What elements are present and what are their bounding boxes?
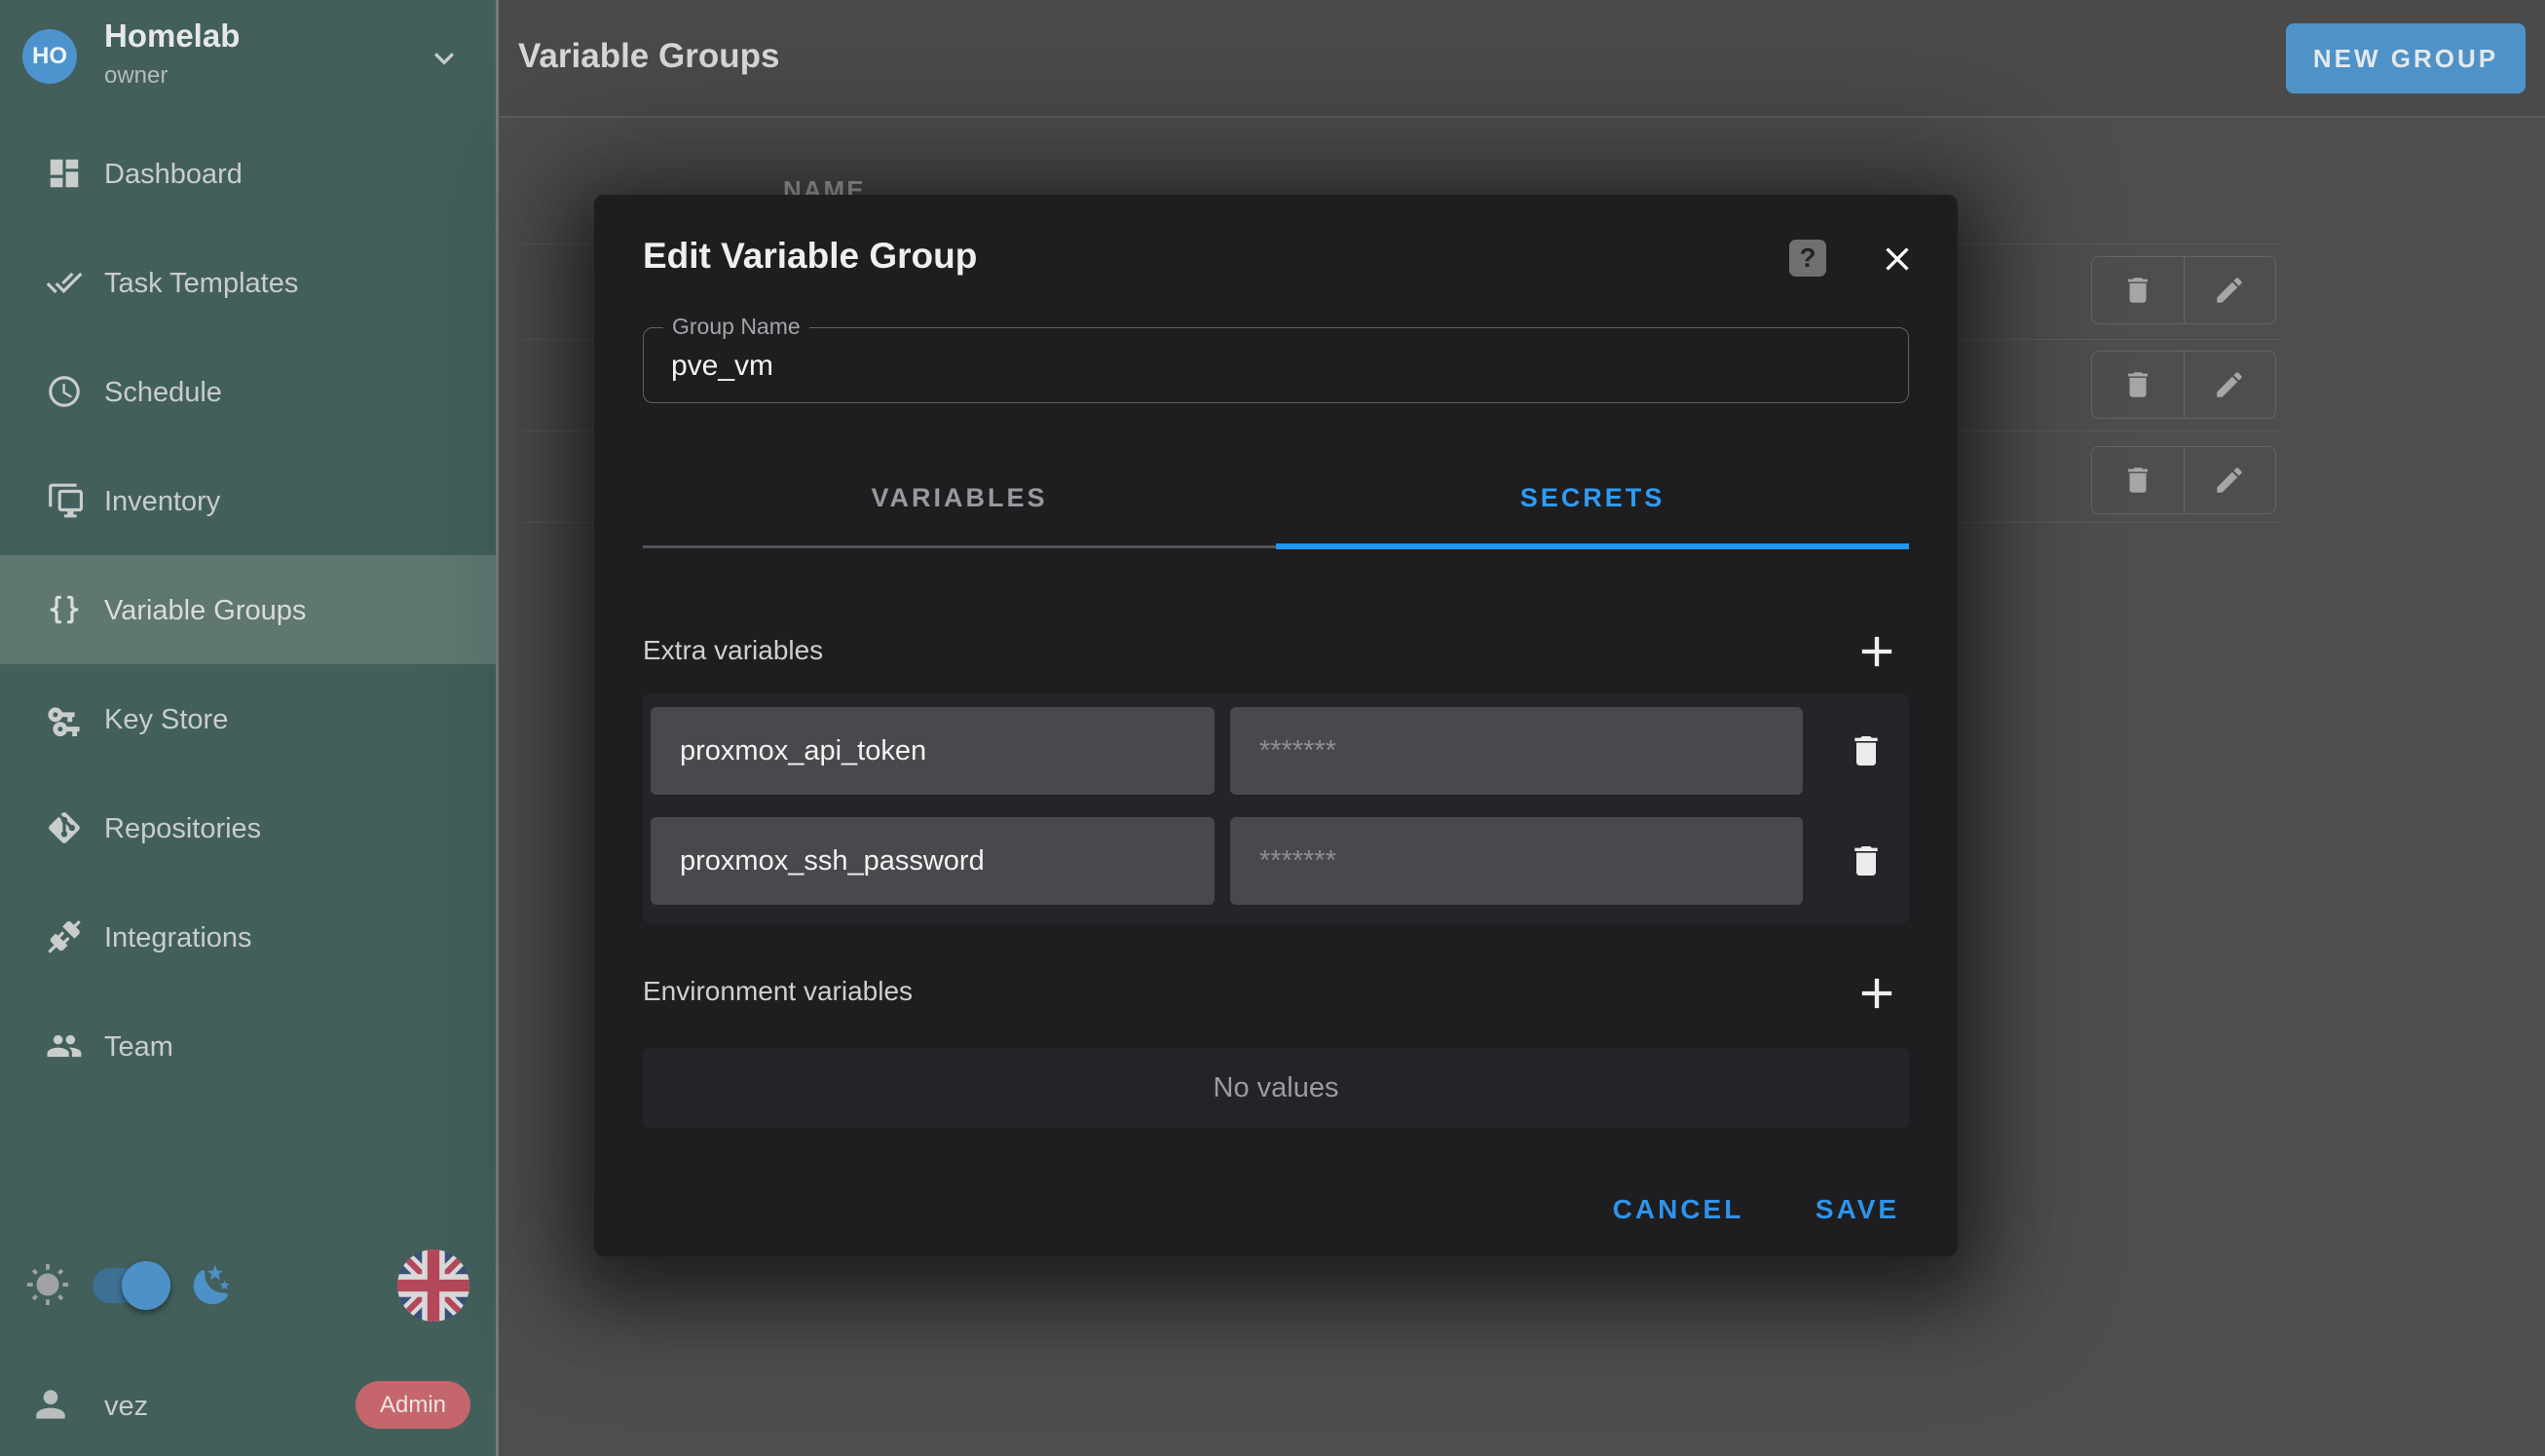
- theme-toggle[interactable]: [93, 1268, 168, 1303]
- no-values-row: No values: [643, 1048, 1909, 1128]
- sun-icon: [25, 1263, 70, 1308]
- team-icon: [46, 1027, 83, 1064]
- row-delete-button[interactable]: [2092, 352, 2184, 418]
- trash-icon: [2121, 464, 2154, 497]
- dialog-tabs: VARIABLES SECRETS: [643, 450, 1909, 548]
- sidebar-item-label: Integrations: [104, 922, 252, 954]
- page-title: Variable Groups: [518, 37, 779, 76]
- active-tab-indicator: [1276, 543, 1909, 549]
- delete-secret-button[interactable]: [1847, 841, 1886, 880]
- new-group-button[interactable]: NEW GROUP: [2286, 23, 2526, 93]
- plus-icon: [1852, 968, 1902, 1019]
- plus-icon: [1852, 626, 1902, 677]
- sidebar-item-label: Dashboard: [104, 159, 243, 191]
- cancel-button[interactable]: CANCEL: [1599, 1184, 1757, 1235]
- row-edit-button[interactable]: [2184, 447, 2276, 513]
- tab-secrets[interactable]: SECRETS: [1276, 450, 1909, 545]
- close-icon[interactable]: [1878, 240, 1917, 279]
- uk-flag-icon[interactable]: [397, 1250, 469, 1322]
- help-button[interactable]: ?: [1789, 240, 1826, 277]
- pencil-icon: [2213, 368, 2246, 401]
- secret-name-input[interactable]: [651, 817, 1215, 905]
- extra-variables-title: Extra variables: [643, 635, 823, 666]
- table-row-actions: [2091, 256, 2276, 324]
- pencil-icon: [2213, 274, 2246, 307]
- group-name-field: Group Name: [643, 327, 1909, 403]
- git-icon: [46, 809, 83, 846]
- sidebar-item-schedule[interactable]: Schedule: [0, 337, 496, 446]
- project-avatar[interactable]: HO: [22, 29, 77, 84]
- sidebar-item-key-store[interactable]: Key Store: [0, 664, 496, 773]
- sidebar-item-label: Variable Groups: [104, 595, 306, 627]
- sidebar-item-integrations[interactable]: Integrations: [0, 882, 496, 991]
- trash-icon: [2121, 368, 2154, 401]
- secret-row: [651, 817, 1901, 905]
- secret-value-input[interactable]: [1230, 817, 1803, 905]
- delete-secret-button[interactable]: [1847, 731, 1886, 770]
- sidebar-item-label: Key Store: [104, 704, 228, 736]
- sidebar-item-dashboard[interactable]: Dashboard: [0, 119, 496, 228]
- table-row-actions: [2091, 446, 2276, 514]
- row-edit-button[interactable]: [2184, 257, 2276, 323]
- moon-icon: [190, 1263, 235, 1308]
- sidebar-item-team[interactable]: Team: [0, 991, 496, 1101]
- username: vez: [104, 1391, 148, 1423]
- row-delete-button[interactable]: [2092, 447, 2184, 513]
- extra-variables-panel: [643, 693, 1909, 923]
- sidebar-item-label: Task Templates: [104, 268, 298, 300]
- pencil-icon: [2213, 464, 2246, 497]
- row-edit-button[interactable]: [2184, 352, 2276, 418]
- sidebar-item-repositories[interactable]: Repositories: [0, 773, 496, 882]
- keys-icon: [46, 700, 83, 737]
- row-delete-button[interactable]: [2092, 257, 2184, 323]
- app-screen: NAME Variable Groups NEW GROUP HO: [0, 0, 2545, 1456]
- user-icon[interactable]: [29, 1383, 72, 1426]
- save-button[interactable]: SAVE: [1780, 1184, 1934, 1235]
- toggle-knob: [122, 1261, 170, 1310]
- group-name-input[interactable]: [671, 345, 1879, 388]
- edit-variable-group-dialog: Edit Variable Group ? Group Name VARIABL…: [594, 195, 1958, 1256]
- add-environment-variable-button[interactable]: [1852, 968, 1902, 1019]
- project-role: owner: [104, 62, 168, 90]
- sidebar-item-variable-groups[interactable]: Variable Groups: [0, 555, 496, 664]
- table-row-actions: [2091, 351, 2276, 419]
- tab-variables[interactable]: VARIABLES: [643, 450, 1276, 545]
- sidebar: HO Homelab owner Dashboard Task Template…: [0, 0, 499, 1456]
- sidebar-item-label: Team: [104, 1031, 173, 1064]
- app-header: Variable Groups NEW GROUP: [499, 0, 2545, 118]
- sidebar-item-label: Inventory: [104, 486, 220, 518]
- dialog-title: Edit Variable Group: [643, 236, 977, 277]
- group-name-label: Group Name: [663, 314, 809, 340]
- sidebar-item-inventory[interactable]: Inventory: [0, 446, 496, 555]
- trash-icon: [1847, 841, 1886, 880]
- chevron-down-icon[interactable]: [425, 39, 464, 78]
- clock-icon: [46, 373, 83, 410]
- sidebar-item-label: Repositories: [104, 813, 261, 845]
- add-extra-variable-button[interactable]: [1852, 626, 1902, 677]
- admin-badge: Admin: [356, 1381, 470, 1429]
- secret-name-input[interactable]: [651, 707, 1215, 795]
- sidebar-item-task-templates[interactable]: Task Templates: [0, 228, 496, 337]
- secret-row: [651, 707, 1901, 795]
- code-braces-icon: [46, 591, 83, 628]
- environment-variables-title: Environment variables: [643, 976, 913, 1007]
- sidebar-item-label: Schedule: [104, 377, 222, 409]
- monitor-multiple-icon: [46, 482, 83, 519]
- secret-value-input[interactable]: [1230, 707, 1803, 795]
- project-name: Homelab: [104, 18, 240, 55]
- check-all-icon: [46, 264, 83, 301]
- dashboard-icon: [46, 155, 83, 192]
- connection-icon: [46, 918, 83, 955]
- trash-icon: [2121, 274, 2154, 307]
- trash-icon: [1847, 731, 1886, 770]
